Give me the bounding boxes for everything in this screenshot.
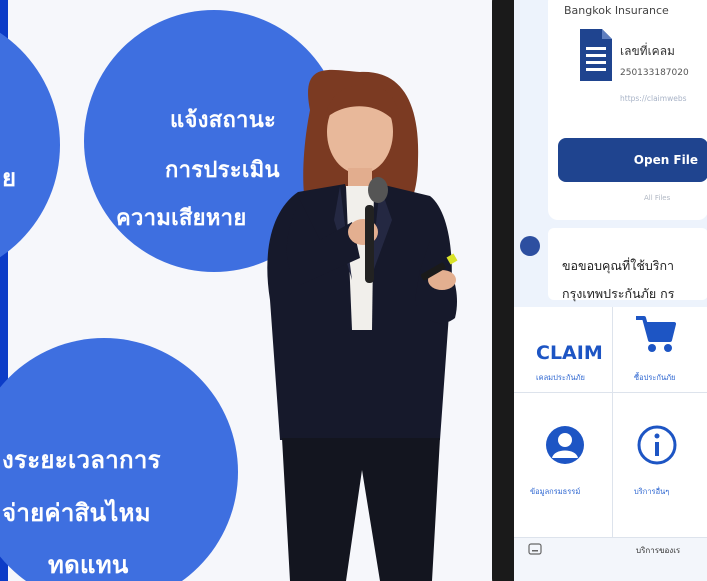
presenter-figure bbox=[267, 69, 458, 581]
photo-stage: ย แจ้งสถานะ การประเมิน ความเสียหาย งระยะ… bbox=[0, 0, 707, 581]
